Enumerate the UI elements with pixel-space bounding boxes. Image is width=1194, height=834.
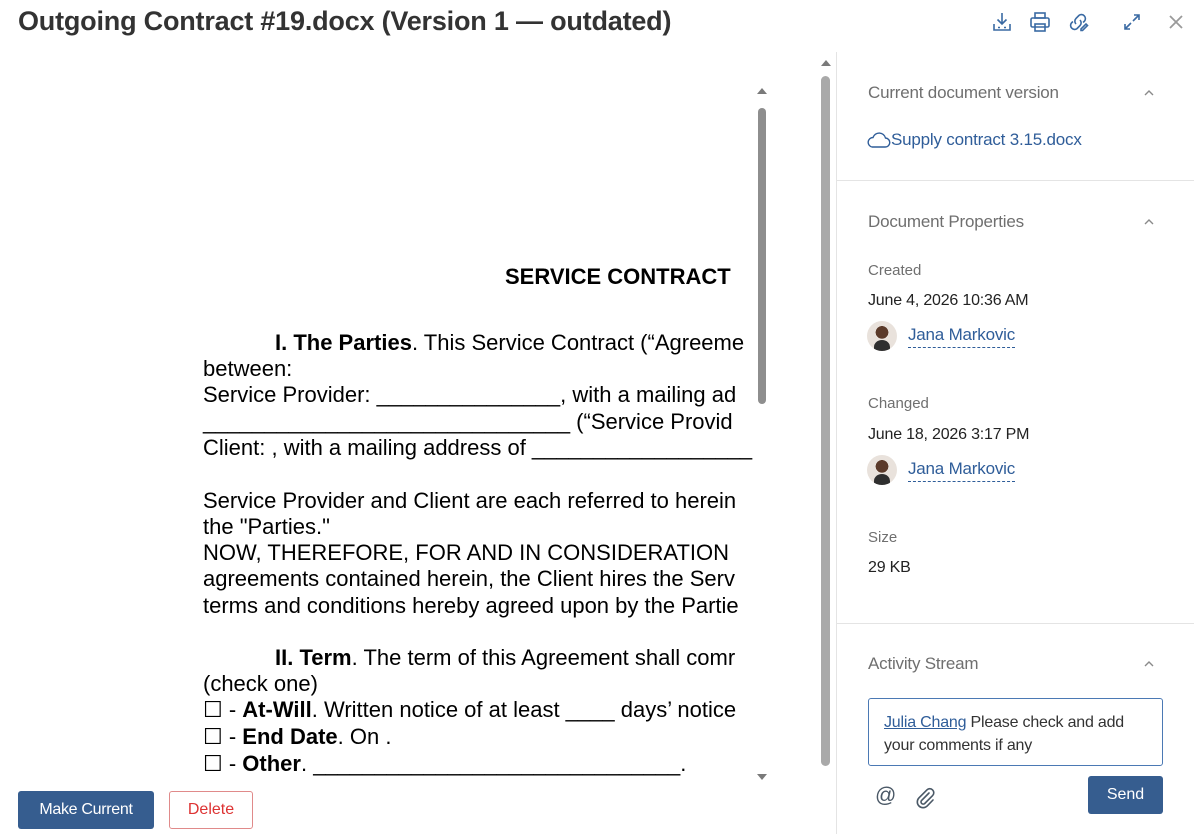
changed-by-user[interactable]: Jana Markovic bbox=[867, 454, 1015, 486]
document-line-text: the "Parties." bbox=[203, 514, 330, 539]
created-by-user[interactable]: Jana Markovic bbox=[867, 320, 1015, 352]
document-line: Service Provider: _______________, with … bbox=[203, 382, 736, 408]
document-line: II. Term. The term of this Agreement sha… bbox=[275, 645, 735, 671]
outer-scroll-up-arrow-icon[interactable] bbox=[821, 60, 831, 66]
document-line-bold: End Date bbox=[242, 724, 338, 749]
page-title: Outgoing Contract #19.docx (Version 1 — … bbox=[18, 6, 672, 36]
checkbox-glyph: ☐ - bbox=[203, 751, 243, 776]
checkbox-glyph: ☐ - bbox=[203, 697, 243, 722]
document-line-text: Service Provider: _______________, with … bbox=[203, 382, 737, 407]
document-line: ☐ - Other. _____________________________… bbox=[203, 751, 686, 777]
document-line-text: . The term of this Agreement shall comr bbox=[351, 645, 736, 670]
avatar bbox=[867, 321, 897, 351]
document-line: Client: , with a mailing address of ____… bbox=[203, 435, 752, 461]
document-scroll-thumb[interactable] bbox=[758, 108, 766, 404]
document-line-text: agreements contained herein, the Client … bbox=[203, 566, 735, 591]
document-line-text: NOW, THEREFORE, FOR AND IN CONSIDERATION bbox=[203, 540, 730, 565]
send-button[interactable]: Send bbox=[1088, 776, 1163, 814]
cloud-icon bbox=[867, 132, 891, 148]
document-line-text: . On . bbox=[337, 724, 392, 749]
document-line-text: terms and conditions hereby agreed upon … bbox=[203, 593, 739, 618]
properties-heading: Document Properties bbox=[868, 212, 1024, 231]
viewer-scroll-thumb[interactable] bbox=[821, 76, 830, 766]
document-line: (check one) bbox=[203, 671, 318, 697]
created-value: June 4, 2026 10:36 AM bbox=[868, 292, 1029, 309]
changed-value: June 18, 2026 3:17 PM bbox=[868, 426, 1030, 443]
document-line: terms and conditions hereby agreed upon … bbox=[203, 593, 739, 619]
mention-icon[interactable]: @ bbox=[875, 784, 896, 808]
document-line: the "Parties." bbox=[203, 514, 330, 540]
comment-input[interactable]: Julia Chang Please check and add your co… bbox=[868, 698, 1163, 766]
document-line-text: . Written notice of at least ____ days’ … bbox=[311, 697, 737, 722]
document-line-bold: Other bbox=[242, 751, 301, 776]
document-line-text: . ______________________________. bbox=[300, 751, 687, 776]
current-version-file-name: Supply contract 3.15.docx bbox=[891, 130, 1082, 149]
current-version-link[interactable]: Supply contract 3.15.docx bbox=[865, 130, 1082, 150]
expand-icon[interactable] bbox=[1118, 8, 1146, 36]
document-line-text: . This Service Contract (“Agreeme bbox=[411, 330, 745, 355]
download-icon[interactable] bbox=[988, 8, 1016, 36]
delete-button[interactable]: Delete bbox=[169, 791, 253, 829]
document-heading: SERVICE CONTRACT bbox=[505, 264, 731, 289]
document-line: agreements contained herein, the Client … bbox=[203, 566, 735, 592]
created-label: Created bbox=[868, 262, 922, 279]
document-line-text: Client: , with a mailing address of ____… bbox=[203, 435, 753, 460]
current-version-heading: Current document version bbox=[868, 83, 1059, 102]
document-viewer[interactable]: SERVICE CONTRACT I. The Parties. This Se… bbox=[28, 78, 770, 784]
chevron-up-icon[interactable] bbox=[1144, 88, 1154, 98]
document-scrollbar[interactable] bbox=[754, 82, 770, 782]
close-icon[interactable] bbox=[1162, 8, 1190, 36]
created-by-name[interactable]: Jana Markovic bbox=[908, 325, 1015, 348]
size-label: Size bbox=[868, 529, 898, 546]
mention-link[interactable]: Julia Chang bbox=[884, 714, 967, 731]
chevron-up-icon[interactable] bbox=[1144, 659, 1154, 669]
document-line: between: bbox=[203, 356, 292, 382]
viewer-scrollbar[interactable] bbox=[818, 54, 834, 770]
details-panel: Current document version Supply contract… bbox=[836, 52, 1194, 834]
changed-label: Changed bbox=[868, 395, 929, 412]
avatar bbox=[867, 455, 897, 485]
document-line: ☐ - At-Will. Written notice of at least … bbox=[203, 697, 736, 723]
scroll-up-arrow-icon[interactable] bbox=[757, 88, 767, 94]
chevron-up-icon[interactable] bbox=[1144, 217, 1154, 227]
document-line: ______________________________ (“Service… bbox=[203, 409, 733, 435]
changed-by-name[interactable]: Jana Markovic bbox=[908, 459, 1015, 482]
document-line: NOW, THEREFORE, FOR AND IN CONSIDERATION bbox=[203, 540, 729, 566]
document-line-bold: II. Term bbox=[275, 645, 352, 670]
size-value: 29 KB bbox=[868, 559, 911, 576]
document-line: I. The Parties. This Service Contract (“… bbox=[275, 330, 744, 356]
document-line-text: (check one) bbox=[203, 671, 318, 696]
edit-link-icon[interactable] bbox=[1064, 8, 1092, 36]
document-line-text: between: bbox=[203, 356, 293, 381]
divider bbox=[837, 180, 1194, 181]
printer-icon[interactable] bbox=[1026, 8, 1054, 36]
paperclip-icon[interactable] bbox=[913, 786, 937, 810]
document-line: Service Provider and Client are each ref… bbox=[203, 488, 736, 514]
activity-heading: Activity Stream bbox=[868, 654, 979, 673]
document-line-text: Service Provider and Client are each ref… bbox=[203, 488, 737, 513]
document-line-bold: At-Will bbox=[242, 697, 312, 722]
document-line: ☐ - End Date. On . bbox=[203, 724, 391, 750]
make-current-button[interactable]: Make Current bbox=[18, 791, 154, 829]
document-line-text: ______________________________ (“Service… bbox=[203, 409, 733, 434]
document-line-bold: I. The Parties bbox=[275, 330, 412, 355]
checkbox-glyph: ☐ - bbox=[203, 724, 243, 749]
scroll-down-arrow-icon[interactable] bbox=[757, 774, 767, 780]
divider bbox=[837, 623, 1194, 624]
